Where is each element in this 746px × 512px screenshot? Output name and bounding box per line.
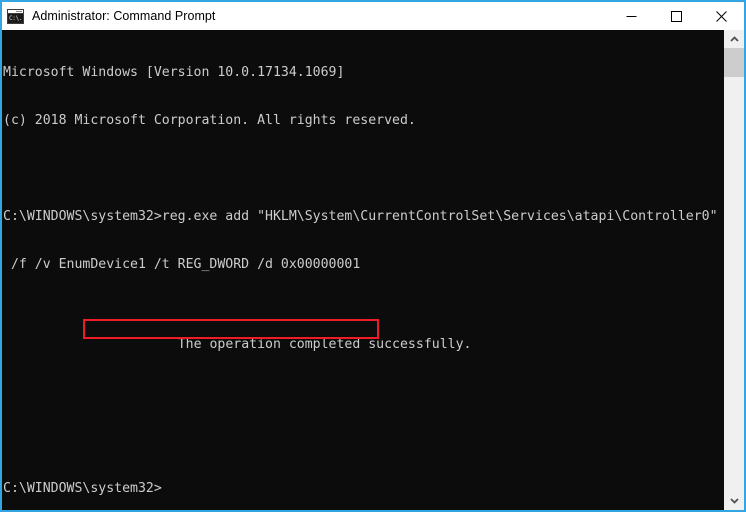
scrollbar-track[interactable] — [724, 48, 744, 492]
scroll-up-button[interactable] — [724, 30, 744, 48]
console-line-highlighted: The operation completed successfully. — [3, 305, 724, 401]
minimize-icon — [626, 15, 637, 17]
console-prompt: C:\WINDOWS\system32> — [3, 481, 162, 496]
window-body: Microsoft Windows [Version 10.0.17134.10… — [2, 30, 744, 510]
console-output-area[interactable]: Microsoft Windows [Version 10.0.17134.10… — [2, 30, 724, 510]
console-line: (c) 2018 Microsoft Corporation. All righ… — [3, 113, 416, 128]
vertical-scrollbar[interactable] — [724, 30, 744, 510]
maximize-button[interactable] — [654, 2, 699, 30]
scrollbar-thumb[interactable] — [724, 48, 744, 77]
console-line: /f /v EnumDevice1 /t REG_DWORD /d 0x0000… — [3, 257, 361, 272]
close-button[interactable] — [699, 2, 744, 30]
title-bar[interactable]: C:\. Administrator: Command Prompt — [2, 2, 744, 30]
minimize-button[interactable] — [609, 2, 654, 30]
console-line: Microsoft Windows [Version 10.0.17134.10… — [3, 65, 345, 80]
scroll-down-button[interactable] — [724, 492, 744, 510]
highlight-wrap: The operation completed successfully. — [82, 319, 472, 385]
chevron-down-icon — [729, 498, 739, 504]
window-controls — [609, 2, 744, 30]
console-text: Microsoft Windows [Version 10.0.17134.10… — [3, 33, 724, 510]
close-icon — [716, 10, 727, 22]
success-message: The operation completed successfully. — [177, 337, 472, 352]
maximize-icon — [671, 10, 682, 22]
chevron-up-icon — [729, 36, 739, 42]
console-icon[interactable]: C:\. — [7, 8, 24, 24]
red-annotation-box — [83, 319, 380, 339]
window-title: Administrator: Command Prompt — [32, 9, 216, 23]
console-line: C:\WINDOWS\system32>reg.exe add "HKLM\Sy… — [3, 209, 718, 224]
console-icon-glyph: C:\. — [8, 13, 23, 23]
command-prompt-window: C:\. Administrator: Command Prompt Micro… — [0, 0, 746, 512]
